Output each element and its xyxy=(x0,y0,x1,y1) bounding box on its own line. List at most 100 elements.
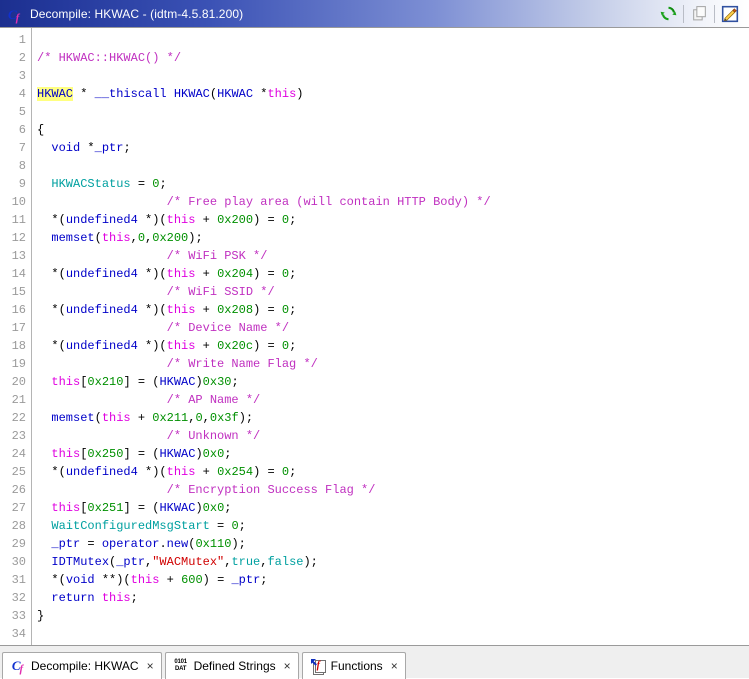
tab-decompile-hkwac[interactable]: Cf Decompile: HKWAC × xyxy=(2,652,162,679)
line-number: 16 xyxy=(11,303,26,317)
code-line[interactable]: /* Device Name */ xyxy=(37,319,749,337)
line-number: 28 xyxy=(11,519,26,533)
functions-icon: f xyxy=(310,658,326,675)
tab-functions[interactable]: f Functions × xyxy=(301,652,406,679)
line-number: 31 xyxy=(11,573,26,587)
code-line[interactable] xyxy=(37,103,749,121)
line-number: 30 xyxy=(11,555,26,569)
line-number: 14 xyxy=(11,267,26,281)
line-number: 4 xyxy=(18,87,26,101)
tab-close-functions[interactable]: × xyxy=(391,660,398,672)
code-line[interactable]: HKWACStatus = 0; xyxy=(37,175,749,193)
line-number: 26 xyxy=(11,483,26,497)
edit-button[interactable] xyxy=(717,3,743,25)
line-number: 18 xyxy=(11,339,26,353)
code-line[interactable]: } xyxy=(37,607,749,625)
line-number: 27 xyxy=(11,501,26,515)
line-number: 1 xyxy=(18,33,26,47)
code-line[interactable]: memset(this + 0x211,0,0x3f); xyxy=(37,409,749,427)
code-line[interactable]: *(undefined4 *)(this + 0x20c) = 0; xyxy=(37,337,749,355)
line-number: 7 xyxy=(18,141,26,155)
code-line[interactable] xyxy=(37,625,749,643)
code-line[interactable]: /* Write Name Flag */ xyxy=(37,355,749,373)
decompiler-window: Cf Decompile: HKWAC - (idtm-4.5.81.200) xyxy=(0,0,749,679)
code-line[interactable]: /* WiFi PSK */ xyxy=(37,247,749,265)
line-number: 23 xyxy=(11,429,26,443)
line-number: 25 xyxy=(11,465,26,479)
code-line[interactable]: /* Unknown */ xyxy=(37,427,749,445)
code-line[interactable]: WaitConfiguredMsgStart = 0; xyxy=(37,517,749,535)
code-line[interactable]: /* HKWAC::HKWAC() */ xyxy=(37,49,749,67)
code-line[interactable]: *(void **)(this + 600) = _ptr; xyxy=(37,571,749,589)
code-line[interactable]: memset(this,0,0x200); xyxy=(37,229,749,247)
code-line[interactable]: *(undefined4 *)(this + 0x204) = 0; xyxy=(37,265,749,283)
code-line[interactable]: HKWAC * __thiscall HKWAC(HKWAC *this) xyxy=(37,85,749,103)
code-line[interactable]: this[0x250] = (HKWAC)0x0; xyxy=(37,445,749,463)
titlebar-toolbar xyxy=(655,3,747,25)
line-number: 21 xyxy=(11,393,26,407)
tab-label-functions: Functions xyxy=(330,659,383,673)
cf-icon-f: f xyxy=(15,11,20,24)
window-titlebar: Cf Decompile: HKWAC - (idtm-4.5.81.200) xyxy=(0,0,749,28)
line-number: 19 xyxy=(11,357,26,371)
decompiler-cf-icon: Cf xyxy=(8,6,24,24)
line-number: 5 xyxy=(18,105,26,119)
line-number: 9 xyxy=(18,177,26,191)
bottom-tab-bar: Cf Decompile: HKWAC × 0101 DAT Defined S… xyxy=(0,645,749,679)
toolbar-separator-2 xyxy=(714,4,715,23)
code-line[interactable]: *(undefined4 *)(this + 0x208) = 0; xyxy=(37,301,749,319)
code-line[interactable] xyxy=(37,67,749,85)
line-number: 10 xyxy=(11,195,26,209)
tab-close-defined-strings[interactable]: × xyxy=(284,660,291,672)
line-number: 17 xyxy=(11,321,26,335)
line-number: 20 xyxy=(11,375,26,389)
code-line[interactable]: this[0x251] = (HKWAC)0x0; xyxy=(37,499,749,517)
line-number: 15 xyxy=(11,285,26,299)
line-number: 2 xyxy=(18,51,26,65)
line-number: 12 xyxy=(11,231,26,245)
dat-icon-bottom: DAT xyxy=(174,666,187,672)
code-line[interactable] xyxy=(37,157,749,175)
code-content[interactable]: /* HKWAC::HKWAC() */ HKWAC * __thiscall … xyxy=(32,28,749,645)
code-line[interactable] xyxy=(37,31,749,49)
line-number: 24 xyxy=(11,447,26,461)
line-number: 32 xyxy=(11,591,26,605)
copy-icon xyxy=(692,6,706,21)
line-number: 34 xyxy=(11,627,26,641)
refresh-button[interactable] xyxy=(655,3,681,25)
line-number: 13 xyxy=(11,249,26,263)
code-line[interactable]: /* Free play area (will contain HTTP Bod… xyxy=(37,193,749,211)
tab-close-decompile[interactable]: × xyxy=(147,660,154,672)
code-line[interactable]: /* WiFi SSID */ xyxy=(37,283,749,301)
titlebar-left: Cf Decompile: HKWAC - (idtm-4.5.81.200) xyxy=(2,6,655,24)
window-title: Decompile: HKWAC - (idtm-4.5.81.200) xyxy=(30,6,244,21)
code-line[interactable]: _ptr = operator.new(0x110); xyxy=(37,535,749,553)
line-number: 3 xyxy=(18,69,26,83)
copy-button[interactable] xyxy=(686,3,712,25)
line-number: 6 xyxy=(18,123,26,137)
dat-icon: 0101 DAT xyxy=(173,658,189,674)
code-line[interactable]: return this; xyxy=(37,589,749,607)
toolbar-separator-1 xyxy=(683,4,684,23)
line-number-gutter: 1 2 3 4 5 6 7 8 9 10 11 12 13 14 15 16 17 18 19 20 21 22 23 24 2… xyxy=(0,28,32,645)
code-line[interactable]: this[0x210] = (HKWAC)0x30; xyxy=(37,373,749,391)
tab-defined-strings[interactable]: 0101 DAT Defined Strings × xyxy=(164,652,299,679)
refresh-icon xyxy=(660,6,676,21)
code-line[interactable]: IDTMutex(_ptr,"WACMutex",true,false); xyxy=(37,553,749,571)
line-number: 33 xyxy=(11,609,26,623)
edit-icon xyxy=(721,5,739,22)
dat-icon-top: 0101 xyxy=(174,659,187,665)
line-number: 22 xyxy=(11,411,26,425)
line-number: 29 xyxy=(11,537,26,551)
code-line[interactable]: *(undefined4 *)(this + 0x200) = 0; xyxy=(37,211,749,229)
code-line[interactable]: /* AP Name */ xyxy=(37,391,749,409)
decompiler-code-area[interactable]: 1 2 3 4 5 6 7 8 9 10 11 12 13 14 15 16 17 18 19 20 21 22 23 24 2… xyxy=(0,28,749,645)
line-number: 11 xyxy=(11,213,26,227)
line-number: 8 xyxy=(18,159,26,173)
code-line[interactable]: /* Encryption Success Flag */ xyxy=(37,481,749,499)
code-line[interactable]: void *_ptr; xyxy=(37,139,749,157)
code-line[interactable]: { xyxy=(37,121,749,139)
tab-label-decompile: Decompile: HKWAC xyxy=(31,659,139,673)
cf-icon: Cf xyxy=(11,657,24,675)
code-line[interactable]: *(undefined4 *)(this + 0x254) = 0; xyxy=(37,463,749,481)
